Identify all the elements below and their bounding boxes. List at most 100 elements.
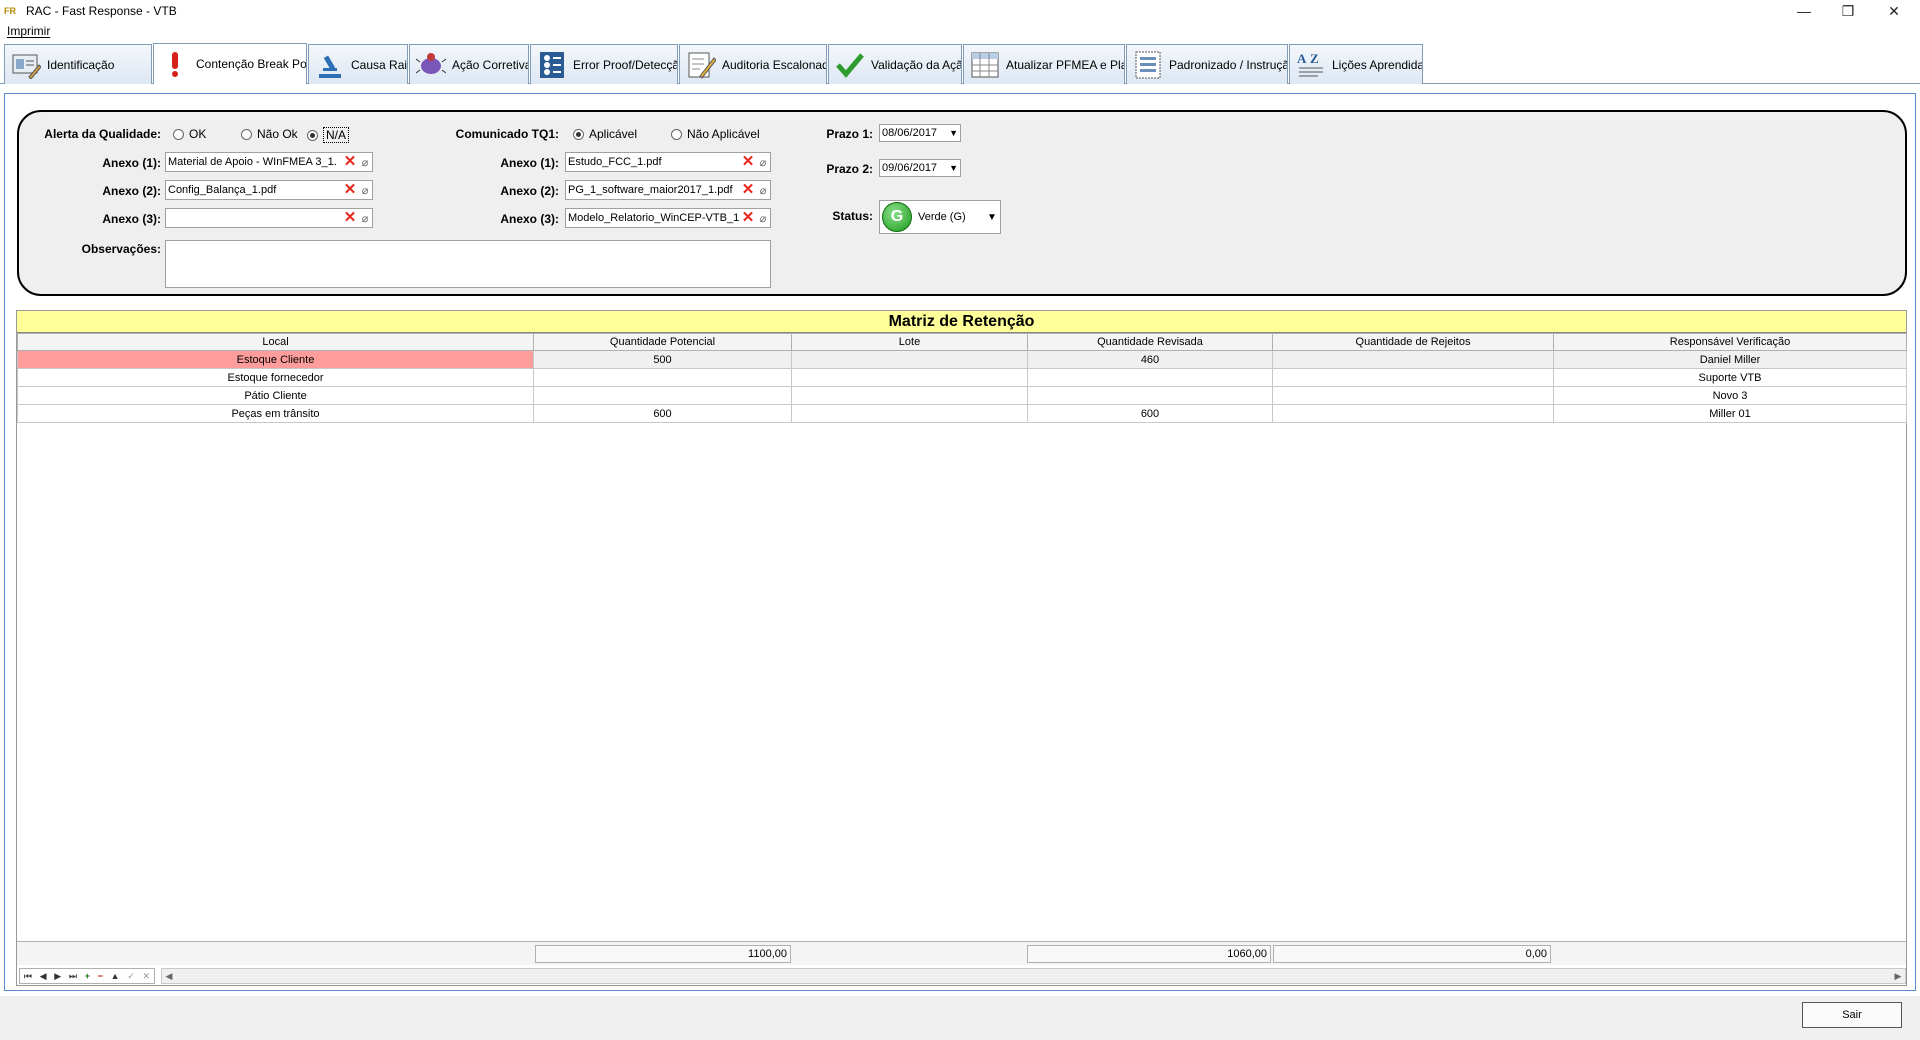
- tab-contencao[interactable]: Contenção Break Point: [153, 43, 307, 84]
- paperclip-icon[interactable]: ⌀: [358, 184, 372, 197]
- cell-lote[interactable]: [791, 350, 1028, 369]
- chevron-down-icon: ▼: [949, 163, 958, 173]
- cell-responsavel[interactable]: Daniel Miller: [1553, 350, 1907, 369]
- chevron-down-icon[interactable]: ▼: [984, 212, 1000, 223]
- clear-icon[interactable]: ✕: [342, 181, 358, 199]
- minimize-button[interactable]: —: [1782, 0, 1826, 22]
- col-header-quantidade-rejeitos[interactable]: Quantidade de Rejeitos: [1272, 333, 1554, 351]
- comunicado-radio-nao-aplicavel[interactable]: Não Aplicável: [671, 127, 760, 141]
- scroll-left-icon[interactable]: ◀: [162, 969, 176, 983]
- clear-icon[interactable]: ✕: [342, 153, 358, 171]
- first-record-icon[interactable]: ⏮: [24, 971, 32, 982]
- alerta-radio-nao-ok[interactable]: Não Ok: [241, 127, 298, 141]
- clear-icon[interactable]: ✕: [740, 181, 756, 199]
- window-title: RAC - Fast Response - VTB: [26, 4, 177, 18]
- col-header-lote[interactable]: Lote: [791, 333, 1028, 351]
- horizontal-scrollbar[interactable]: ◀ ▶: [161, 968, 1906, 984]
- cell-quantidade-revisada[interactable]: [1027, 368, 1273, 387]
- cell-quantidade-potencial[interactable]: 600: [533, 404, 792, 423]
- col-header-quantidade-potencial[interactable]: Quantidade Potencial: [533, 333, 792, 351]
- prev-record-icon[interactable]: ◀: [40, 971, 47, 982]
- cell-local[interactable]: Estoque fornecedor: [17, 368, 534, 387]
- cell-local[interactable]: Peças em trânsito: [17, 404, 534, 423]
- right-anexo-1-field[interactable]: Estudo_FCC_1.pdf ✕ ⌀: [565, 152, 771, 172]
- tab-atualizar-pfmea[interactable]: Atualizar PFMEA e Plano: [963, 44, 1125, 84]
- last-record-icon[interactable]: ⏭: [69, 971, 77, 982]
- table-row[interactable]: Estoque fornecedor Suporte VTB: [17, 368, 1907, 387]
- next-record-icon[interactable]: ▶: [54, 971, 61, 982]
- sair-button[interactable]: Sair: [1802, 1002, 1902, 1028]
- menu-imprimir[interactable]: Imprimir: [7, 24, 50, 38]
- alerta-radio-ok[interactable]: OK: [173, 127, 206, 141]
- tab-licoes[interactable]: AZ Lições Aprendidas: [1289, 44, 1423, 84]
- scroll-right-icon[interactable]: ▶: [1891, 969, 1905, 983]
- cell-quantidade-rejeitos[interactable]: [1272, 404, 1554, 423]
- cell-quantidade-revisada[interactable]: 600: [1027, 404, 1273, 423]
- tab-error-proof[interactable]: Error Proof/Detecção: [530, 44, 678, 84]
- left-anexo-1-label: Anexo (1):: [102, 156, 161, 170]
- clear-icon[interactable]: ✕: [740, 153, 756, 171]
- paperclip-icon[interactable]: ⌀: [756, 156, 770, 169]
- cell-quantidade-potencial[interactable]: [533, 368, 792, 387]
- tab-identificacao[interactable]: Identificação: [4, 44, 152, 84]
- add-record-icon[interactable]: +: [85, 971, 90, 981]
- cell-lote[interactable]: [791, 368, 1028, 387]
- prazo2-datepicker[interactable]: 09/06/2017 ▼: [879, 159, 961, 177]
- cell-responsavel[interactable]: Novo 3: [1553, 386, 1907, 405]
- tab-padronizado[interactable]: Padronizado / Instrução: [1126, 44, 1288, 84]
- cell-quantidade-potencial[interactable]: [533, 386, 792, 405]
- cell-quantidade-revisada[interactable]: [1027, 386, 1273, 405]
- cell-quantidade-potencial[interactable]: 500: [533, 350, 792, 369]
- col-header-local[interactable]: Local: [17, 333, 534, 351]
- edit-record-icon[interactable]: ▲: [111, 971, 120, 981]
- clear-icon[interactable]: ✕: [342, 209, 358, 227]
- cell-quantidade-rejeitos[interactable]: [1272, 386, 1554, 405]
- col-header-responsavel[interactable]: Responsável Verificação: [1553, 333, 1907, 351]
- cell-quantidade-revisada[interactable]: 460: [1027, 350, 1273, 369]
- cancel-record-icon[interactable]: ✕: [143, 971, 151, 982]
- status-select[interactable]: G Verde (G) ▼: [879, 200, 1001, 234]
- prazo2-label: Prazo 2:: [826, 162, 873, 176]
- paperclip-icon[interactable]: ⌀: [358, 156, 372, 169]
- paperclip-icon[interactable]: ⌀: [756, 212, 770, 225]
- left-anexo-1-field[interactable]: Material de Apoio - WInFMEA 3_1. ✕ ⌀: [165, 152, 373, 172]
- delete-record-icon[interactable]: −: [98, 971, 103, 981]
- post-record-icon[interactable]: ✓: [127, 971, 135, 982]
- paperclip-icon[interactable]: ⌀: [756, 184, 770, 197]
- alerta-radio-na[interactable]: N/A: [307, 127, 350, 143]
- tab-auditoria[interactable]: Auditoria Escalonada: [679, 44, 827, 84]
- clear-icon[interactable]: ✕: [740, 209, 756, 227]
- cell-local[interactable]: Pátio Cliente: [17, 386, 534, 405]
- table-row[interactable]: Estoque Cliente 500 460 Daniel Miller: [17, 350, 1907, 369]
- table-row[interactable]: Peças em trânsito 600 600 Miller 01: [17, 404, 1907, 423]
- restore-button[interactable]: ❐: [1826, 0, 1870, 22]
- cell-responsavel[interactable]: Miller 01: [1553, 404, 1907, 423]
- grid-navigator: ⏮ ◀ ▶ ⏭ + − ▲ ✓ ✕ ◀ ▶: [17, 967, 1906, 985]
- cell-responsavel[interactable]: Suporte VTB: [1553, 368, 1907, 387]
- tab-label: Padronizado / Instrução: [1169, 57, 1288, 72]
- tab-validacao[interactable]: Validação da Ação: [828, 44, 962, 84]
- cell-quantidade-rejeitos[interactable]: [1272, 350, 1554, 369]
- right-anexo-2-field[interactable]: PG_1_software_maior2017_1.pdf ✕ ⌀: [565, 180, 771, 200]
- microscope-icon: [315, 50, 345, 80]
- observacoes-textarea[interactable]: [165, 240, 771, 288]
- cell-lote[interactable]: [791, 404, 1028, 423]
- col-header-quantidade-revisada[interactable]: Quantidade Revisada: [1027, 333, 1273, 351]
- right-anexo-3-field[interactable]: Modelo_Relatorio_WinCEP-VTB_1. ✕ ⌀: [565, 208, 771, 228]
- cell-quantidade-rejeitos[interactable]: [1272, 368, 1554, 387]
- left-anexo-2-field[interactable]: Config_Balança_1.pdf ✕ ⌀: [165, 180, 373, 200]
- paperclip-icon[interactable]: ⌀: [358, 212, 372, 225]
- prazo1-datepicker[interactable]: 08/06/2017 ▼: [879, 124, 961, 142]
- tab-label: Contenção Break Point: [196, 57, 307, 71]
- cell-local[interactable]: Estoque Cliente: [17, 350, 534, 369]
- tab-acao-corretiva[interactable]: Ação Corretiva: [409, 44, 529, 84]
- close-button[interactable]: ✕: [1872, 0, 1916, 22]
- table-row[interactable]: Pátio Cliente Novo 3: [17, 386, 1907, 405]
- left-anexo-3-field[interactable]: ✕ ⌀: [165, 208, 373, 228]
- cell-lote[interactable]: [791, 386, 1028, 405]
- tab-label: Ação Corretiva: [452, 57, 529, 72]
- tab-causa-raiz[interactable]: Causa Raiz: [308, 44, 408, 84]
- checklist-icon: [537, 50, 567, 80]
- comunicado-radio-aplicavel[interactable]: Aplicável: [573, 127, 637, 141]
- tab-content-contencao: Alerta da Qualidade: OK Não Ok N/A Anexo…: [4, 93, 1916, 991]
